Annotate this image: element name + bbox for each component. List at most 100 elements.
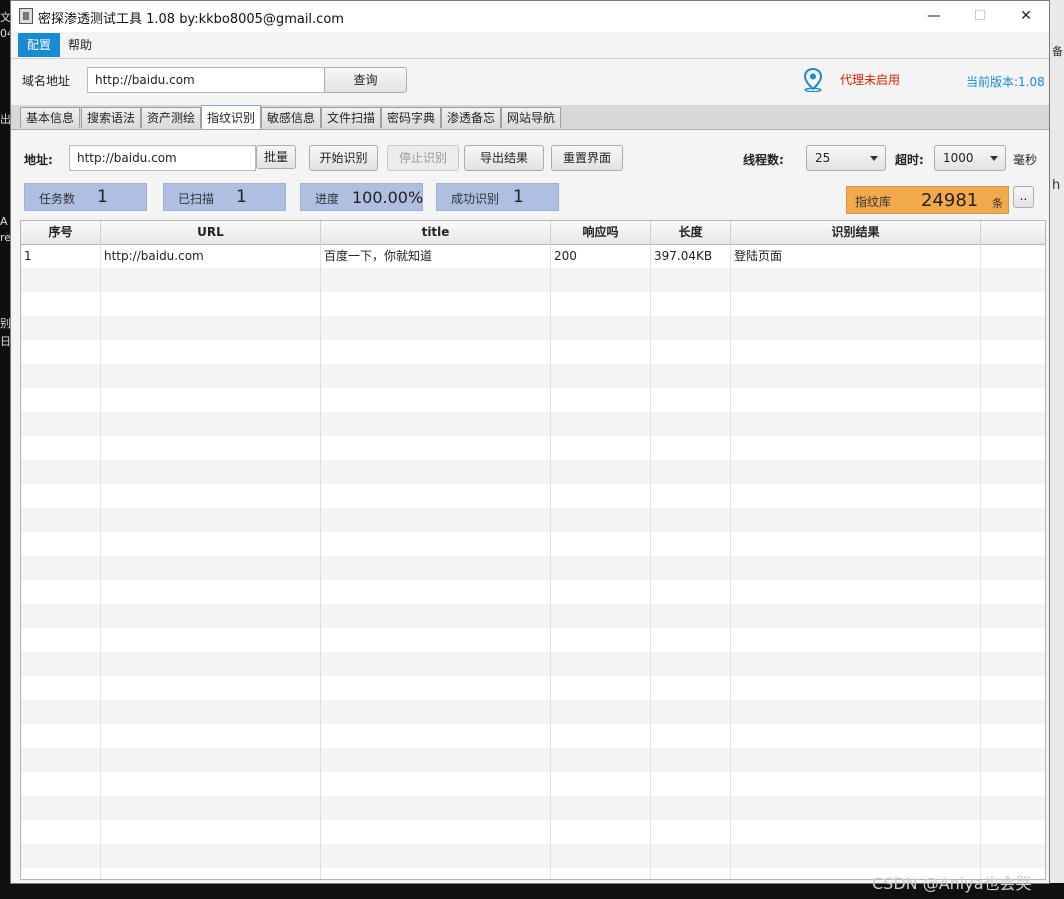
table-row[interactable] [21,676,1045,700]
table-cell: 1 [21,244,101,268]
table-cell [731,388,981,412]
table-cell [551,844,651,868]
table-cell [651,700,731,724]
table-row[interactable] [21,388,1045,412]
tab-password-dict[interactable]: 密码字典 [381,107,442,128]
table-row[interactable] [21,508,1045,532]
close-button[interactable]: ✕ [1003,1,1049,32]
table-cell [551,748,651,772]
table-cell [981,388,1045,412]
timeout-select[interactable]: 1000 [934,145,1006,171]
table-cell [101,844,321,868]
col-title[interactable]: title [321,221,551,244]
timeout-label: 超时: [895,153,924,167]
table-cell [101,364,321,388]
table-cell [981,412,1045,436]
table-cell [981,292,1045,316]
table-cell [551,652,651,676]
table-row[interactable] [21,460,1045,484]
table-cell [21,508,101,532]
table-cell [731,532,981,556]
table-row[interactable] [21,772,1045,796]
table-cell [731,460,981,484]
table-row[interactable] [21,532,1045,556]
table-cell [651,364,731,388]
reset-button[interactable]: 重置界面 [551,145,623,171]
table-row[interactable] [21,484,1045,508]
tab-search-syntax[interactable]: 搜索语法 [81,107,142,128]
table-cell [551,820,651,844]
menu-help[interactable]: 帮助 [59,33,101,57]
tab-pentest-notes[interactable]: 渗透备忘 [441,107,502,128]
table-row[interactable] [21,604,1045,628]
table-cell [21,460,101,484]
table-row[interactable] [21,436,1045,460]
table-cell [101,556,321,580]
domain-input[interactable]: http://baidu.com [87,67,325,93]
library-label: 指纹库 [855,195,892,209]
table-cell [651,724,731,748]
table-row[interactable] [21,364,1045,388]
tab-fingerprint[interactable]: 指纹识别 [201,105,262,129]
tab-file-scan[interactable]: 文件扫描 [321,107,382,128]
table-row[interactable] [21,292,1045,316]
col-url[interactable]: URL [101,221,321,244]
table-row[interactable] [21,700,1045,724]
table-cell [651,292,731,316]
table-row[interactable] [21,724,1045,748]
maximize-button[interactable]: ☐ [957,1,1003,32]
minimize-button[interactable]: — [911,1,957,32]
address-input[interactable]: http://baidu.com [69,145,256,171]
tab-sensitive-info[interactable]: 敏感信息 [261,107,322,128]
table-cell [731,340,981,364]
table-cell [981,316,1045,340]
tab-asset-mapping[interactable]: 资产测绘 [141,107,202,128]
col-length[interactable]: 长度 [651,221,731,244]
table-cell [731,412,981,436]
menu-config[interactable]: 配置 [18,33,61,57]
library-more-button[interactable]: .. [1013,186,1034,208]
scanned-value: 1 [236,187,247,207]
table-row[interactable] [21,580,1045,604]
table-row[interactable] [21,268,1045,292]
table-row[interactable] [21,844,1045,868]
batch-button[interactable]: 批量 [256,145,296,169]
table-cell [551,724,651,748]
title-bar[interactable]: 密探渗透测试工具 1.08 by:kkbo8005@gmail.com — ☐ … [11,1,1049,32]
domain-label: 域名地址 [22,74,71,88]
export-button[interactable]: 导出结果 [464,145,544,171]
table-row[interactable] [21,748,1045,772]
table-cell [731,556,981,580]
table-row[interactable] [21,412,1045,436]
table-cell [551,508,651,532]
table-cell [321,484,551,508]
table-row[interactable] [21,652,1045,676]
success-stat: 成功识别 1 [436,183,559,211]
table-cell [21,844,101,868]
table-cell [101,412,321,436]
start-button[interactable]: 开始识别 [309,145,378,171]
stop-button[interactable]: 停止识别 [387,145,459,171]
table-row[interactable] [21,796,1045,820]
table-row[interactable] [21,628,1045,652]
table-cell [731,724,981,748]
table-cell [731,700,981,724]
table-cell [101,820,321,844]
table-cell [321,532,551,556]
table-row[interactable]: 1 http://baidu.com 百度一下，你就知道 200 397.04KB 登陆页… [21,244,1045,268]
table-cell [651,532,731,556]
table-cell [21,556,101,580]
tab-site-nav[interactable]: 网站导航 [501,107,562,128]
table-row[interactable] [21,340,1045,364]
table-row[interactable] [21,820,1045,844]
query-button[interactable]: 查询 [324,67,407,93]
tab-basic-info[interactable]: 基本信息 [20,107,81,128]
col-index[interactable]: 序号 [21,221,101,244]
table-cell [321,820,551,844]
table-row[interactable] [21,556,1045,580]
table-cell [981,484,1045,508]
table-row[interactable] [21,316,1045,340]
col-status[interactable]: 响应吗 [551,221,651,244]
col-result[interactable]: 识别结果 [731,221,981,244]
threads-select[interactable]: 25 [806,145,886,171]
